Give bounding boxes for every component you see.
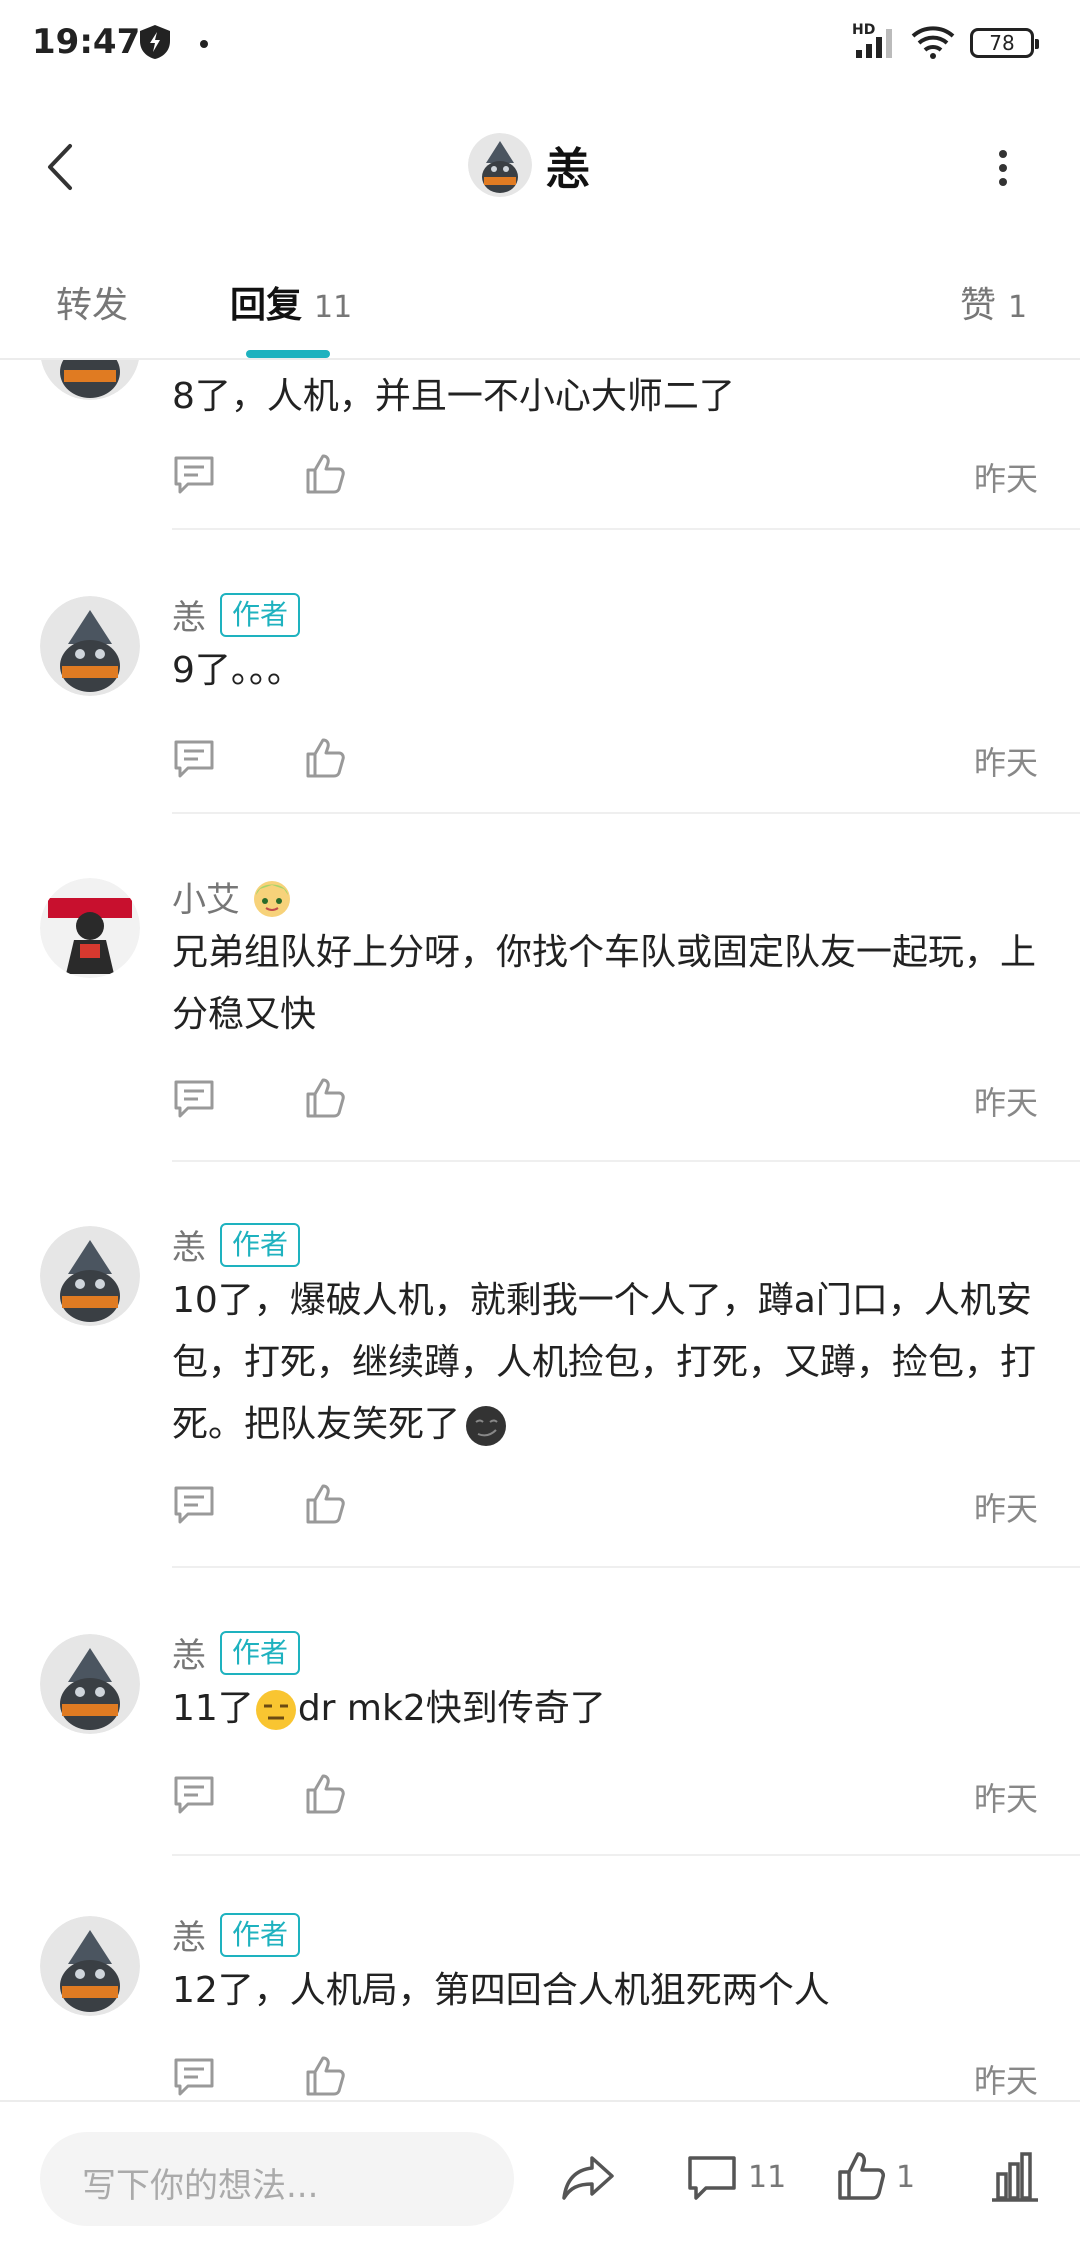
reply-icon[interactable] [172,1772,216,1816]
comment-input-placeholder: 写下你的想法... [82,2166,319,2206]
reply-icon[interactable] [172,452,216,496]
author-badge: 作者 [220,592,301,637]
tab-bar: 转发 回复 11 赞1 [0,270,1080,360]
comment-text: 8了，人机，并且一不小心大师二了 [172,376,735,417]
comment-count: 11 [748,2160,787,2195]
user-avatar[interactable] [40,1226,140,1326]
tab-forward-label: 转发 [56,285,129,326]
comment-time: 昨天 [973,1490,1038,1528]
comment-author[interactable]: 恙 [172,1628,206,1677]
comment-item: 8了，人机，并且一不小心大师二了 昨天 [0,360,1080,530]
author-badge: 作者 [220,1222,301,1267]
tab-replies[interactable]: 回复 11 [230,276,352,328]
tab-forward[interactable]: 转发 [56,276,128,328]
user-avatar[interactable] [40,596,140,696]
comment-time: 昨天 [973,2062,1038,2100]
divider [172,528,1080,530]
divider [172,1566,1080,1568]
user-avatar[interactable] [40,878,140,978]
back-arrow-icon[interactable] [36,140,86,194]
header-title: 恙 [546,144,590,195]
tab-likes-label: 赞 [960,285,997,326]
shield-icon [140,25,170,59]
stats-icon[interactable] [990,2150,1040,2204]
comment-author[interactable]: 恙 [172,1220,206,1269]
tab-replies-count: 11 [314,290,353,325]
status-time: 19:47 [32,22,141,62]
divider [172,1160,1080,1162]
expressionless-emoji-icon [255,1690,296,1730]
thumbs-up-icon[interactable] [302,736,346,780]
author-badge: 作者 [220,1630,301,1675]
comment-author[interactable]: 恙 [172,590,206,639]
reply-list[interactable]: 8了，人机，并且一不小心大师二了 昨天 恙 作者 9了。。。 昨天 小艾 兄弟组… [0,360,1080,2100]
comment-icon[interactable] [686,2152,738,2204]
share-icon[interactable] [560,2152,616,2204]
tab-active-indicator [246,350,330,358]
bottom-action-bar: 写下你的想法... 11 1 [0,2100,1080,2250]
comment-actions: 昨天 [172,1772,1040,1822]
like-count: 1 [896,2160,916,2195]
tab-replies-label: 回复 [230,285,303,326]
divider [172,1854,1080,1856]
reply-icon[interactable] [172,1076,216,1120]
comment-time: 昨天 [973,1084,1038,1122]
author-badge: 作者 [220,1912,301,1957]
comment-author-row: 恙 作者 [172,1910,301,1959]
comment-time: 昨天 [973,1780,1038,1818]
comment-actions: 昨天 [172,736,1040,786]
wifi-icon [911,26,955,59]
battery-indicator: 78 [970,28,1039,58]
comment-actions: 昨天 [172,1076,1040,1126]
comment-text: 9了。。。 [172,650,303,691]
tab-likes-count: 1 [1008,290,1028,325]
avatar-badge-icon [254,880,290,917]
notification-dot [200,40,208,48]
comment-author[interactable]: 小艾 [172,872,240,921]
comment-author-row: 恙 作者 [172,590,301,639]
comment-author[interactable]: 恙 [172,1910,206,1959]
comment-text-part-1: 11了 [172,1688,254,1729]
user-avatar[interactable] [40,360,140,400]
status-bar: 19:47 HD 78 [0,0,1080,90]
thumbs-up-icon[interactable] [302,452,346,496]
reply-icon[interactable] [172,1482,216,1526]
thumbs-up-icon[interactable] [836,2150,886,2202]
comment-actions: 昨天 [172,452,1040,502]
comment-input[interactable]: 写下你的想法... [40,2132,514,2226]
signal-icon [856,29,892,58]
thumbs-up-icon[interactable] [302,1076,346,1120]
comment-text-part-2: dr mk2快到传奇了 [297,1688,606,1729]
comment-item: 恙 作者 11了 dr mk2快到传奇了 昨天 [0,1628,1080,1928]
divider [172,812,1080,814]
comment-time: 昨天 [973,744,1038,782]
comment-item: 小艾 兄弟组队好上分呀，你找个车队或固定队友一起玩，上分稳又快 昨天 [0,872,1080,1262]
comment-author-row: 恙 作者 [172,1628,301,1677]
reply-icon[interactable] [172,2054,216,2098]
user-avatar[interactable] [40,1916,140,2016]
comment-actions: 昨天 [172,2054,1040,2100]
user-avatar [468,133,532,197]
user-avatar[interactable] [40,1634,140,1734]
comment-item: 恙 作者 10了，爆破人机，就剩我一个人了，蹲a门口，人机安包，打死，继续蹲，人… [0,1220,1080,1640]
top-nav-bar: 恙 [0,110,1080,220]
tab-likes[interactable]: 赞1 [960,276,1027,328]
comment-text-body: 10了，爆破人机，就剩我一个人了，蹲a门口，人机安包，打死，继续蹲，人机捡包，打… [172,1280,1037,1445]
thumbs-up-icon[interactable] [302,2054,346,2098]
comment-text: 11了 dr mk2快到传奇了 [172,1678,1052,1740]
comment-time: 昨天 [973,460,1038,498]
comment-text: 10了，爆破人机，就剩我一个人了，蹲a门口，人机安包，打死，继续蹲，人机捡包，打… [172,1270,1052,1456]
thumbs-up-icon[interactable] [302,1772,346,1816]
thumbs-up-icon[interactable] [302,1482,346,1526]
comment-author-row: 恙 作者 [172,1220,301,1269]
more-options-icon[interactable] [988,146,1018,190]
comment-author-row: 小艾 [172,872,294,921]
reply-icon[interactable] [172,736,216,780]
comment-text: 兄弟组队好上分呀，你找个车队或固定队友一起玩，上分稳又快 [172,932,1037,1035]
comment-actions: 昨天 [172,1482,1040,1532]
smirk-emoji-icon [466,1406,507,1446]
header-user[interactable]: 恙 [468,132,590,198]
comment-item: 恙 作者 12了，人机局，第四回合人机狙死两个人 昨天 [0,1910,1080,2100]
comment-text: 12了，人机局，第四回合人机狙死两个人 [172,1970,830,2011]
